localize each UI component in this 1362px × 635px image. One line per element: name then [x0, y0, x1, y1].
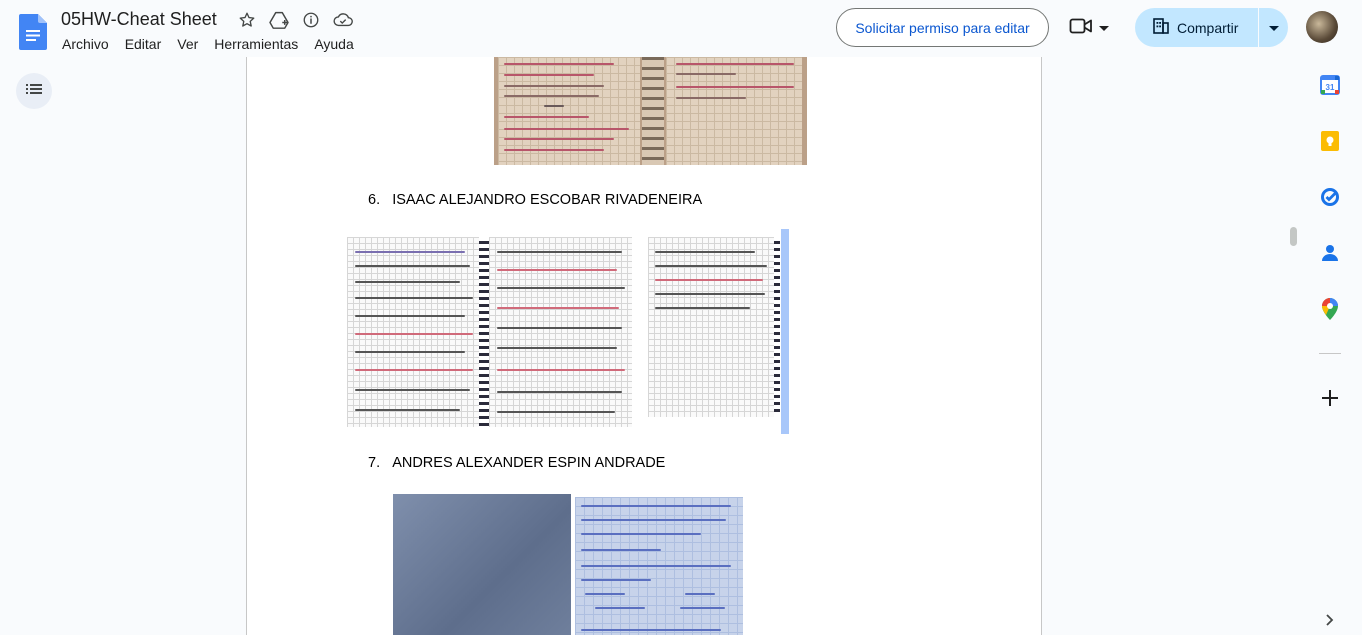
cloud-status-icon[interactable] [332, 9, 354, 31]
notebook-photo[interactable] [393, 494, 571, 635]
keep-icon[interactable] [1319, 130, 1341, 152]
notebook-photo[interactable] [575, 497, 743, 635]
section-heading-6: 6. ISAAC ALEJANDRO ESCOBAR RIVADENEIRA [368, 192, 703, 208]
docs-logo-icon[interactable] [19, 14, 47, 50]
scrollbar-thumb[interactable] [1290, 227, 1297, 246]
chevron-down-icon [1099, 19, 1109, 37]
meet-button[interactable] [1069, 14, 1119, 42]
calendar-day: 31 [1326, 83, 1335, 92]
app-header: 05HW-Cheat Sheet Archivo Editar Ver Herr… [0, 0, 1362, 57]
calendar-icon[interactable]: 31 [1319, 74, 1341, 96]
document-outline-button[interactable] [16, 73, 52, 109]
share-button-group: Compartir [1135, 8, 1288, 47]
maps-icon[interactable] [1319, 298, 1341, 320]
star-icon[interactable] [236, 9, 258, 31]
menu-ayuda[interactable]: Ayuda [314, 36, 353, 52]
notebook-spiral [642, 57, 664, 165]
menu-archivo[interactable]: Archivo [62, 36, 109, 52]
request-edit-permission-button[interactable]: Solicitar permiso para editar [836, 8, 1049, 47]
title-actions [236, 9, 354, 31]
share-label: Compartir [1177, 19, 1239, 36]
share-button[interactable]: Compartir [1135, 8, 1258, 47]
notebook-photo[interactable] [494, 57, 807, 165]
document-page: 6. ISAAC ALEJANDRO ESCOBAR RIVADENEIRA 7… [246, 57, 1042, 635]
side-panel-divider [1319, 353, 1341, 354]
info-icon[interactable] [300, 9, 322, 31]
contacts-icon[interactable] [1319, 242, 1341, 264]
share-options-button[interactable] [1259, 8, 1288, 47]
menu-bar: Archivo Editar Ver Herramientas Ayuda [62, 36, 370, 52]
image-selection-edge [781, 229, 789, 434]
building-icon [1153, 18, 1169, 37]
chevron-down-icon [1268, 19, 1279, 37]
video-camera-icon [1069, 17, 1093, 40]
add-icon[interactable] [1319, 387, 1341, 409]
drive-add-icon[interactable] [268, 9, 290, 31]
avatar[interactable] [1306, 11, 1338, 43]
document-title[interactable]: 05HW-Cheat Sheet [61, 9, 217, 30]
menu-editar[interactable]: Editar [125, 36, 162, 52]
tasks-icon[interactable] [1319, 186, 1341, 208]
notebook-page-3 [648, 237, 774, 417]
notebook-photo[interactable] [345, 229, 789, 434]
section-heading-7: 7. ANDRES ALEXANDER ESPIN ANDRADE [368, 455, 666, 471]
list-icon [26, 82, 42, 100]
chevron-right-icon[interactable] [1319, 609, 1341, 631]
menu-herramientas[interactable]: Herramientas [214, 36, 298, 52]
menu-ver[interactable]: Ver [177, 36, 198, 52]
notebook-page-2 [489, 237, 632, 427]
